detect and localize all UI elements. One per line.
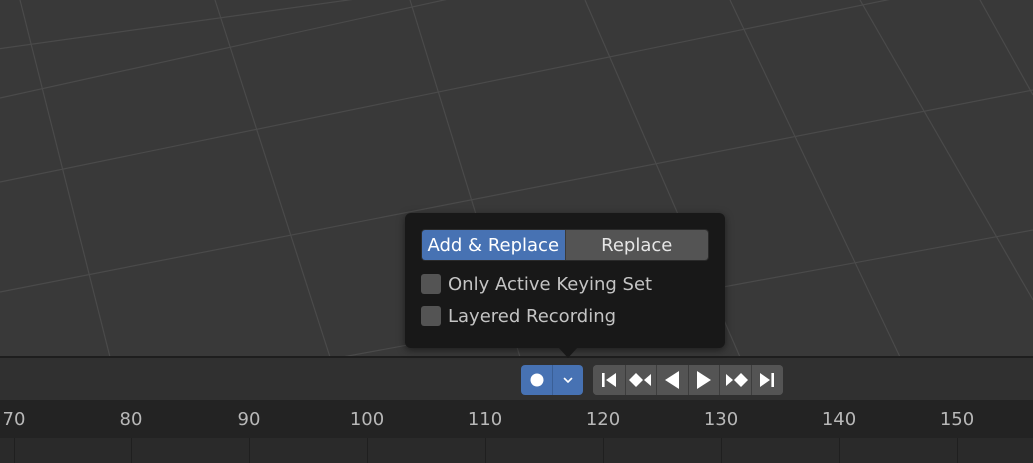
play-reverse-button[interactable] (656, 365, 688, 395)
layered-recording-checkbox[interactable] (421, 306, 441, 326)
auto-keying-button[interactable] (521, 365, 552, 395)
only-active-keying-set-checkbox[interactable] (421, 274, 441, 294)
jump-to-end-button[interactable] (750, 365, 783, 395)
auto-keying-mode-toggle: Add & Replace Replace (421, 229, 709, 261)
frame-ruler[interactable]: 70 80 90 100 110 120 130 140 150 (0, 400, 1033, 438)
frame-tick-label: 130 (703, 409, 739, 430)
jump-start-icon (601, 373, 616, 387)
frame-grid-line (485, 438, 486, 463)
timeline-header (0, 358, 1033, 400)
frame-tick-label: 110 (467, 409, 503, 430)
jump-end-icon (760, 373, 775, 387)
frame-tick-label: 150 (939, 409, 975, 430)
frame-grid-line (957, 438, 958, 463)
frame-grid-line (721, 438, 722, 463)
jump-to-next-keyframe-button[interactable] (719, 365, 751, 395)
only-active-keying-set-row[interactable]: Only Active Keying Set (421, 272, 652, 296)
mode-add-replace-option[interactable]: Add & Replace (422, 230, 565, 260)
auto-keying-group (521, 365, 583, 395)
jump-to-start-button[interactable] (593, 365, 625, 395)
popover-pointer (558, 347, 578, 358)
frame-grid-line (131, 438, 132, 463)
prev-keyframe-icon (628, 373, 651, 387)
layered-recording-label: Layered Recording (448, 305, 617, 327)
frame-grid-line (603, 438, 604, 463)
frame-tick-label: 100 (349, 409, 385, 430)
frame-grid-line (839, 438, 840, 463)
frame-tick-label: 70 (2, 409, 26, 430)
only-active-keying-set-label: Only Active Keying Set (448, 273, 653, 295)
frame-grid-line (14, 438, 15, 463)
blender-window: 70 80 90 100 110 120 130 140 150 Add & R… (0, 0, 1033, 463)
mode-replace-option[interactable]: Replace (564, 230, 708, 260)
record-dot-icon (530, 373, 543, 387)
next-keyframe-icon (725, 373, 748, 387)
frame-tick-label: 80 (119, 409, 143, 430)
frame-grid-line (367, 438, 368, 463)
play-button[interactable] (687, 365, 720, 395)
frame-tick-label: 90 (237, 409, 261, 430)
playback-controls (593, 365, 783, 395)
timeline-track-area[interactable] (0, 438, 1033, 463)
layered-recording-row[interactable]: Layered Recording (421, 304, 616, 328)
auto-keying-dropdown-button[interactable] (552, 365, 583, 395)
chevron-down-icon (563, 377, 573, 383)
frame-tick-label: 140 (821, 409, 857, 430)
frame-tick-label: 120 (585, 409, 621, 430)
play-icon (697, 371, 712, 389)
auto-keying-popover: Add & Replace Replace Only Active Keying… (405, 213, 725, 348)
frame-grid-line (249, 438, 250, 463)
play-reverse-icon (665, 371, 680, 389)
jump-to-previous-keyframe-button[interactable] (624, 365, 657, 395)
